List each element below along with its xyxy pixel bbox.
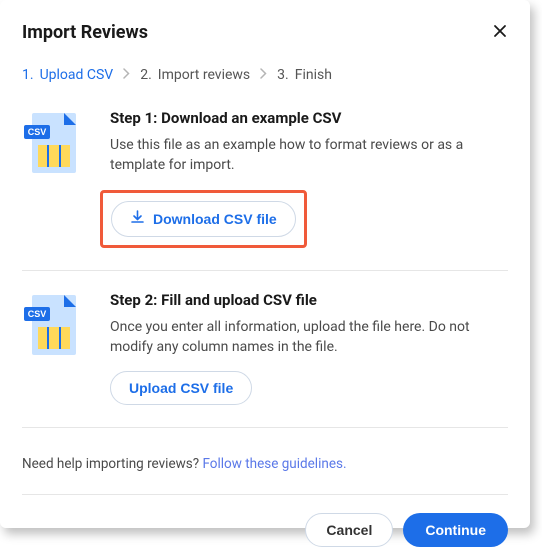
- step2-section: CSV Step 2: Fill and upload CSV file Onc…: [22, 291, 508, 429]
- step1-section: CSV Step 1: Download an example CSV Use …: [22, 109, 508, 271]
- modal-header: Import Reviews: [22, 22, 508, 43]
- download-button-highlight: Download CSV file: [100, 190, 307, 248]
- close-icon[interactable]: [492, 23, 508, 43]
- download-csv-label: Download CSV file: [153, 211, 277, 227]
- step1-title: Step 1: Download an example CSV: [110, 109, 508, 127]
- stepper: 1. Upload CSV 2. Import reviews 3. Finis…: [22, 67, 508, 83]
- upload-csv-button[interactable]: Upload CSV file: [110, 371, 252, 405]
- cancel-button[interactable]: Cancel: [305, 513, 393, 547]
- stepper-step-upload-csv[interactable]: 1. Upload CSV: [22, 67, 113, 83]
- step-label: Finish: [295, 67, 332, 83]
- step1-description: Use this file as an example how to forma…: [110, 135, 508, 176]
- step-number: 1.: [22, 67, 34, 83]
- svg-text:CSV: CSV: [28, 309, 47, 319]
- step-number: 2.: [140, 67, 152, 83]
- step2-description: Once you enter all information, upload t…: [110, 317, 508, 358]
- continue-button[interactable]: Continue: [403, 513, 508, 547]
- stepper-step-finish[interactable]: 3. Finish: [277, 67, 332, 83]
- svg-text:CSV: CSV: [28, 127, 47, 137]
- step2-content: Step 2: Fill and upload CSV file Once yo…: [110, 291, 508, 406]
- modal-title: Import Reviews: [22, 22, 148, 43]
- help-guidelines-link[interactable]: Follow these guidelines.: [202, 456, 346, 472]
- chevron-right-icon: [123, 67, 130, 83]
- step-label: Upload CSV: [40, 67, 114, 83]
- step1-content: Step 1: Download an example CSV Use this…: [110, 109, 508, 248]
- step-label: Import reviews: [158, 67, 250, 83]
- stepper-step-import-reviews[interactable]: 2. Import reviews: [140, 67, 250, 83]
- upload-csv-label: Upload CSV file: [129, 380, 233, 396]
- download-icon: [130, 210, 145, 228]
- csv-file-icon: CSV: [22, 109, 86, 248]
- modal-footer: Cancel Continue: [22, 513, 508, 547]
- help-text: Need help importing reviews?: [22, 456, 202, 472]
- step2-title: Step 2: Fill and upload CSV file: [110, 291, 508, 309]
- csv-file-icon: CSV: [22, 291, 86, 406]
- download-csv-button[interactable]: Download CSV file: [111, 201, 296, 237]
- help-row: Need help importing reviews? Follow thes…: [22, 448, 508, 495]
- step-number: 3.: [277, 67, 289, 83]
- chevron-right-icon: [260, 67, 267, 83]
- import-reviews-modal: Import Reviews 1. Upload CSV 2. Import r…: [0, 0, 530, 528]
